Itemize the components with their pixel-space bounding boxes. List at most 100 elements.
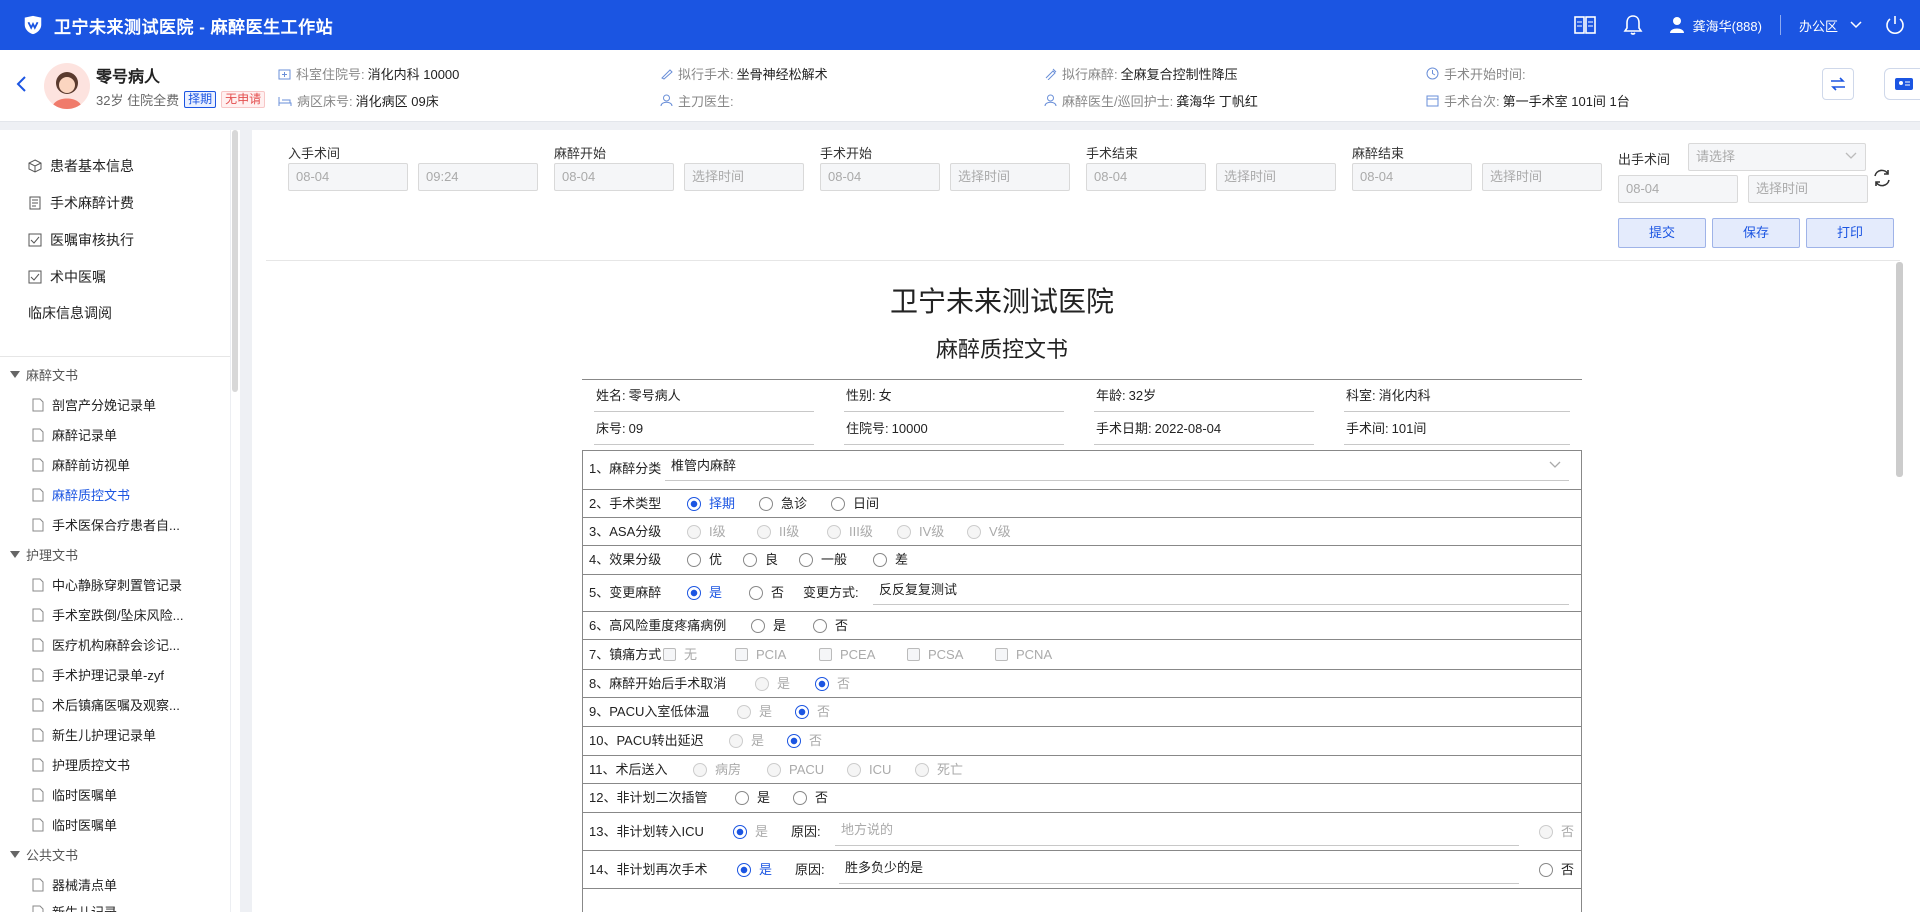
patient-card-button[interactable] [1884, 68, 1920, 100]
submit-button[interactable]: 提交 [1618, 218, 1706, 248]
asa-option[interactable]: I级 [687, 518, 726, 545]
refresh-icon[interactable] [1872, 168, 1892, 188]
op-end-time[interactable]: 选择时间 [1216, 163, 1336, 191]
sidebar-doc-item[interactable]: 临时医嘱单 [32, 785, 117, 804]
enter-room-time[interactable]: 09:24 [418, 163, 538, 191]
asa-option[interactable]: III级 [827, 518, 873, 545]
radio[interactable] [693, 762, 707, 777]
anes-start-time[interactable]: 选择时间 [684, 163, 804, 191]
radio[interactable] [1539, 862, 1553, 877]
radio[interactable] [749, 586, 763, 600]
back-arrow-icon[interactable] [12, 74, 32, 94]
anes-end-date[interactable]: 08-04 [1352, 163, 1472, 191]
checkbox[interactable] [819, 648, 832, 661]
postop-dest-option[interactable]: 病房 [693, 756, 741, 783]
group-public-docs[interactable]: 公共文书 [10, 845, 78, 864]
reintubation-option[interactable]: 否 [793, 784, 828, 812]
radio[interactable] [729, 734, 743, 748]
radio[interactable] [687, 553, 701, 567]
radio[interactable] [827, 524, 841, 539]
postop-dest-option[interactable]: 死亡 [915, 756, 963, 783]
high-risk-option[interactable]: 否 [813, 612, 848, 639]
postop-dest-option[interactable]: PACU [767, 756, 824, 783]
nav-clinical-info[interactable]: 临床信息调阅 [28, 303, 112, 323]
change-anes-option[interactable]: 是 [687, 575, 722, 611]
sidebar-doc-item[interactable]: 麻醉前访视单 [32, 455, 130, 474]
radio[interactable] [831, 496, 845, 511]
radio[interactable] [847, 762, 861, 777]
radio-checked[interactable] [795, 705, 809, 719]
sidebar-scrollbar[interactable] [232, 130, 238, 392]
anes-category-select[interactable]: 椎管内麻醉 [665, 451, 1569, 481]
leave-room-select[interactable]: 请选择 [1688, 143, 1866, 171]
checkbox[interactable] [663, 648, 676, 661]
effect-option[interactable]: 良 [743, 546, 778, 574]
reoperation-no[interactable]: 否 [1539, 851, 1574, 888]
op-start-date[interactable]: 08-04 [820, 163, 940, 191]
group-nursing-docs[interactable]: 护理文书 [10, 545, 78, 564]
checkbox[interactable] [735, 648, 748, 661]
high-risk-option[interactable]: 是 [751, 612, 786, 639]
anes-end-time[interactable]: 选择时间 [1482, 163, 1602, 191]
radio[interactable] [767, 762, 781, 777]
radio-checked[interactable] [787, 734, 801, 748]
sidebar-doc-item[interactable]: 麻醉记录单 [32, 425, 117, 444]
hypothermia-option[interactable]: 否 [795, 698, 830, 726]
analgesia-option[interactable]: PCSA [907, 640, 963, 669]
bell-icon[interactable] [1621, 13, 1645, 37]
pacu-delay-option[interactable]: 否 [787, 727, 822, 755]
pacu-delay-option[interactable]: 是 [729, 727, 764, 755]
sidebar-doc-item[interactable]: 手术护理记录单-zyf [32, 665, 164, 684]
nav-billing[interactable]: 手术麻醉计费 [28, 193, 134, 213]
leave-room-date[interactable]: 08-04 [1618, 175, 1738, 203]
analgesia-option[interactable]: PCEA [819, 640, 875, 669]
radio[interactable] [813, 618, 827, 633]
sidebar-doc-item[interactable]: 术后镇痛医嘱及观察... [32, 695, 180, 714]
effect-option[interactable]: 一般 [799, 546, 847, 574]
reintubation-option[interactable]: 是 [735, 784, 770, 812]
postop-dest-option[interactable]: ICU [847, 756, 891, 783]
asa-option[interactable]: IV级 [897, 518, 944, 545]
radio[interactable] [757, 524, 771, 539]
reoperation-yes[interactable]: 是 [737, 851, 772, 888]
radio[interactable] [759, 496, 773, 511]
radio-checked[interactable] [687, 586, 701, 600]
change-anes-option[interactable]: 否 [749, 575, 784, 611]
asa-option[interactable]: V级 [967, 518, 1011, 545]
analgesia-option[interactable]: PCNA [995, 640, 1052, 669]
checkbox[interactable] [995, 648, 1008, 661]
effect-option[interactable]: 差 [873, 546, 908, 574]
sidebar-doc-item[interactable]: 中心静脉穿刺置管记录 [32, 575, 182, 594]
unplanned-icu-yes[interactable]: 是 [733, 813, 768, 850]
radio[interactable] [755, 676, 769, 691]
icu-reason-input[interactable]: 地方说的 [835, 813, 1519, 846]
checkbox[interactable] [907, 648, 920, 661]
radio[interactable] [735, 791, 749, 805]
sidebar-doc-item-active[interactable]: 麻醉质控文书 [32, 485, 130, 504]
enter-room-date[interactable]: 08-04 [288, 163, 408, 191]
sidebar-doc-item[interactable]: 医疗机构麻醉会诊记... [32, 635, 180, 654]
analgesia-option[interactable]: 无 [663, 640, 697, 669]
radio[interactable] [915, 762, 929, 777]
radio[interactable] [737, 705, 751, 719]
anes-start-date[interactable]: 08-04 [554, 163, 674, 191]
op-end-date[interactable]: 08-04 [1086, 163, 1206, 191]
op-type-option[interactable]: 日间 [831, 490, 879, 517]
radio[interactable] [1539, 824, 1553, 839]
sidebar-doc-item[interactable]: 护理质控文书 [32, 755, 130, 774]
sidebar-doc-item[interactable]: 剖宫产分娩记录单 [32, 395, 156, 414]
radio-checked[interactable] [687, 496, 701, 511]
area-select[interactable]: 办公区 [1799, 16, 1838, 35]
chevron-down-icon[interactable] [1850, 21, 1862, 29]
hypothermia-option[interactable]: 是 [737, 698, 772, 726]
sidebar-doc-item[interactable]: 手术医保合疗患者自... [32, 515, 180, 534]
radio-checked[interactable] [737, 862, 751, 877]
sidebar-doc-item[interactable]: 手术室跌倒/坠床风险... [32, 605, 183, 624]
radio[interactable] [743, 553, 757, 567]
cancel-option[interactable]: 否 [815, 670, 850, 697]
power-icon[interactable] [1884, 14, 1906, 36]
current-user[interactable]: 龚海华(888) [1669, 16, 1762, 35]
leave-room-time[interactable]: 选择时间 [1748, 175, 1868, 203]
reop-reason-input[interactable]: 胜多负少的是 [839, 851, 1519, 884]
radio[interactable] [873, 553, 887, 567]
